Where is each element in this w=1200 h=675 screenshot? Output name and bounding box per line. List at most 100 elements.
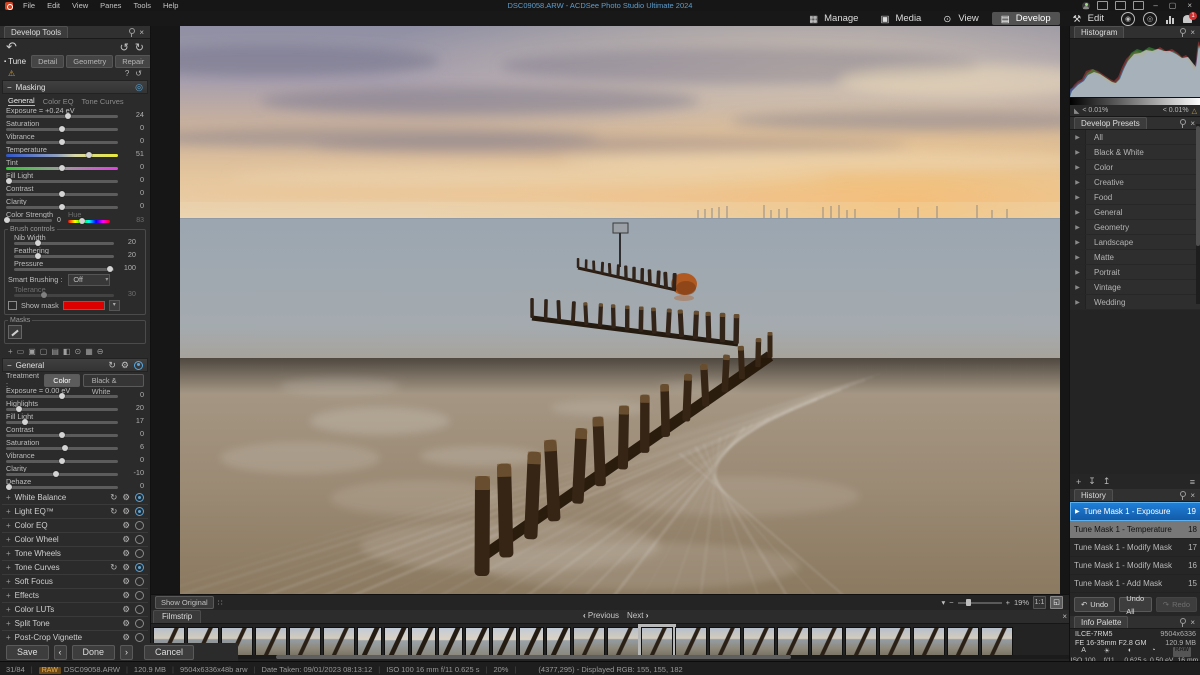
section-color-wheel[interactable]: + Color Wheel ⚙ xyxy=(2,533,148,547)
preset-category-portrait[interactable]: ▶Portrait xyxy=(1070,265,1200,280)
filmstrip-thumbnail[interactable] xyxy=(675,627,707,658)
display-2-icon[interactable] xyxy=(1115,1,1126,10)
mode-media[interactable]: ▣ Media xyxy=(871,12,930,25)
slider-track[interactable] xyxy=(6,115,118,118)
close-history-icon[interactable]: × xyxy=(1188,491,1197,500)
history-item[interactable]: Tune Mask 1 - Modify Mask 16 xyxy=(1070,557,1200,575)
notifications-bell[interactable]: 1 xyxy=(1183,15,1192,23)
preset-category-bw[interactable]: ▶Black & White xyxy=(1070,145,1200,160)
duplicate-mask-icon[interactable]: ▣ xyxy=(28,347,36,356)
gear-icon[interactable]: ⚙ xyxy=(122,548,130,559)
preset-category-color[interactable]: ▶Color xyxy=(1070,160,1200,175)
close-histogram-icon[interactable]: × xyxy=(1188,28,1197,37)
redo-button[interactable]: ↷Redo xyxy=(1156,597,1197,612)
photo-view[interactable] xyxy=(180,26,1060,595)
expand-icon[interactable]: ▶ xyxy=(1070,175,1086,189)
restore-settings-icon[interactable]: ↺ xyxy=(120,41,129,54)
enabled-radio[interactable] xyxy=(135,563,144,572)
section-white-balance[interactable]: + White Balance ↻ ⚙ xyxy=(2,491,148,505)
zoom-slider[interactable] xyxy=(958,602,1002,604)
filmstrip-tab[interactable]: Filmstrip xyxy=(153,610,201,623)
color-strength-track[interactable] xyxy=(6,219,52,222)
section-soft-focus[interactable]: + Soft Focus ⚙ xyxy=(2,575,148,589)
treatment-color-button[interactable]: Color xyxy=(44,374,79,387)
treatment-bw-button[interactable]: Black & White xyxy=(83,374,144,387)
filmstrip-thumbnail[interactable] xyxy=(947,627,979,658)
filmstrip-thumbnail[interactable] xyxy=(811,627,843,658)
save-button[interactable]: Save xyxy=(6,645,49,660)
show-mask-eye-icon[interactable]: ⊙ xyxy=(74,347,81,356)
previous-image-button[interactable]: ‹ xyxy=(54,645,67,660)
section-color-luts[interactable]: + Color LUTs ⚙ xyxy=(2,603,148,617)
film-reel-icon[interactable]: ◉ xyxy=(1121,12,1135,26)
reset-icon[interactable]: ↻ xyxy=(110,506,117,517)
masking-tab-coloreq[interactable]: Color EQ xyxy=(43,97,74,106)
slider-track[interactable] xyxy=(6,408,118,411)
slider-track[interactable] xyxy=(6,421,118,424)
zoom-out-icon[interactable]: − xyxy=(949,598,953,607)
expand-icon[interactable]: ▶ xyxy=(1070,250,1086,264)
gear-icon[interactable]: ⚙ xyxy=(122,506,130,517)
restore-button[interactable]: ▢ xyxy=(1167,1,1179,10)
close-info-icon[interactable]: × xyxy=(1188,618,1197,627)
filmstrip-thumbnail[interactable] xyxy=(913,627,945,658)
expand-icon[interactable]: ▶ xyxy=(1070,160,1086,174)
slider-track[interactable] xyxy=(6,486,118,489)
enabled-radio[interactable] xyxy=(135,507,144,516)
photos-360-icon[interactable]: ◎ xyxy=(1143,12,1157,26)
slider-track[interactable] xyxy=(6,193,118,196)
tab-tune[interactable]: ▪Tune xyxy=(4,57,29,66)
slider-track[interactable] xyxy=(6,180,118,183)
gear-icon[interactable]: ⚙ xyxy=(122,590,130,601)
help-icon[interactable]: ? xyxy=(125,69,129,78)
menu-file[interactable]: File xyxy=(17,1,41,10)
filmstrip-thumbnail[interactable] xyxy=(641,627,673,658)
pin-icon[interactable] xyxy=(1179,28,1185,37)
fullscreen-icon[interactable]: ∷ xyxy=(218,598,223,607)
histogram-tab[interactable]: Histogram xyxy=(1074,26,1124,38)
enabled-radio[interactable] xyxy=(135,493,144,502)
enabled-radio[interactable] xyxy=(135,605,144,614)
history-item[interactable]: Tune Mask 1 - Add Mask 15 xyxy=(1070,575,1200,593)
filmstrip-thumbnail[interactable] xyxy=(519,627,544,658)
smart-brushing-select[interactable]: Off▾ xyxy=(68,274,110,286)
expand-icon[interactable]: ▶ xyxy=(1070,190,1086,204)
masking-target-icon[interactable]: ◎ xyxy=(135,82,143,93)
reset-icon[interactable]: ↻ xyxy=(110,492,117,503)
enabled-radio[interactable] xyxy=(135,521,144,530)
preset-category-general[interactable]: ▶General xyxy=(1070,205,1200,220)
display-1-icon[interactable] xyxy=(1097,1,1108,10)
general-section-header[interactable]: − General ↻ ⚙ xyxy=(2,358,148,372)
develop-presets-tab[interactable]: Develop Presets xyxy=(1074,117,1147,129)
develop-tools-tab[interactable]: Develop Tools xyxy=(4,26,68,38)
slider-track[interactable] xyxy=(14,255,114,258)
tab-repair[interactable]: Repair xyxy=(115,55,151,68)
gear-icon[interactable]: ⚙ xyxy=(122,492,130,503)
slider-track[interactable] xyxy=(6,206,118,209)
filmstrip-thumbnail[interactable] xyxy=(573,627,605,658)
filmstrip-scrollbar[interactable] xyxy=(151,655,1069,659)
user-avatar[interactable] xyxy=(1082,2,1090,10)
slider-track[interactable] xyxy=(14,268,114,271)
close-button[interactable]: × xyxy=(1185,1,1194,10)
preset-category-landscape[interactable]: ▶Landscape xyxy=(1070,235,1200,250)
menu-view[interactable]: View xyxy=(66,1,94,10)
filmstrip-thumbnail[interactable] xyxy=(492,627,517,658)
undo-button[interactable]: ↶Undo xyxy=(1074,597,1115,612)
reset-general-icon[interactable]: ↻ xyxy=(108,360,116,371)
slider-track[interactable] xyxy=(14,242,114,245)
gear-icon[interactable]: ⚙ xyxy=(122,562,130,573)
filmstrip-thumbnail[interactable] xyxy=(546,627,571,658)
presets-scrollbar[interactable] xyxy=(1196,124,1200,304)
section-split-tone[interactable]: + Split Tone ⚙ xyxy=(2,617,148,631)
invert-mask-icon[interactable]: ◧ xyxy=(63,347,71,356)
slider-track[interactable] xyxy=(6,460,118,463)
cancel-button[interactable]: Cancel xyxy=(144,645,194,660)
slider-track[interactable] xyxy=(6,473,118,476)
filmstrip-thumbnail[interactable] xyxy=(465,627,490,658)
filmstrip-thumbnail[interactable] xyxy=(709,627,741,658)
section-tone-wheels[interactable]: + Tone Wheels ⚙ xyxy=(2,547,148,561)
previous-button[interactable]: ‹ Previous xyxy=(583,611,619,620)
history-item[interactable]: Tune Mask 1 - Temperature 18 xyxy=(1070,521,1200,539)
preset-category-all[interactable]: ▶All xyxy=(1070,130,1200,145)
